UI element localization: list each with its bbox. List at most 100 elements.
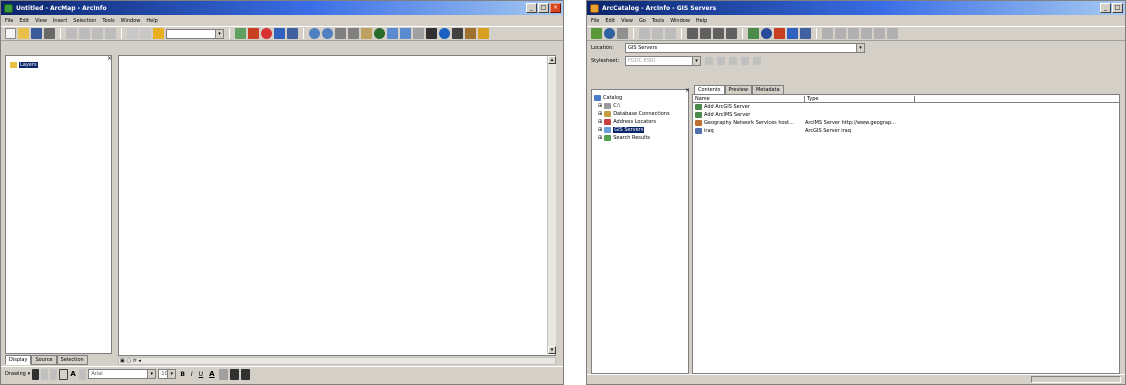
table-row[interactable]: Add ArcIMS Server <box>695 111 1119 119</box>
italic-button[interactable]: I <box>191 371 193 378</box>
whats-this-icon[interactable] <box>287 28 298 39</box>
menu-file[interactable]: File <box>5 18 13 24</box>
zoom-out-icon[interactable] <box>322 28 333 39</box>
select-elements-tool-icon[interactable] <box>32 368 40 380</box>
tree-item-database-connections[interactable]: ⊞ Database Connections <box>594 110 688 118</box>
scroll-down-icon[interactable]: ▾ <box>548 346 556 354</box>
map-scale-combo[interactable]: ▾ <box>166 28 224 39</box>
editor-icon[interactable] <box>235 28 246 39</box>
create-thumbnail-icon[interactable] <box>887 28 898 39</box>
menu-tools[interactable]: Tools <box>102 18 114 24</box>
toc-layers-item[interactable]: Layers <box>10 61 111 69</box>
view-buttons[interactable]: ▣ ▢ ⟳ ◂ <box>120 358 141 364</box>
menu-selection[interactable]: Selection <box>73 18 96 24</box>
table-row[interactable]: iraq ArcGIS Server iraq <box>695 127 1119 135</box>
full-extent-icon[interactable] <box>861 28 872 39</box>
menu-window[interactable]: Window <box>121 18 141 24</box>
marker-color-icon[interactable] <box>240 368 250 380</box>
font-size-combo[interactable]: 10 ▾ <box>158 369 177 379</box>
location-combo[interactable]: GIS Servers ▾ <box>625 42 865 53</box>
tab-display[interactable]: Display <box>5 355 32 365</box>
pan-icon[interactable] <box>848 28 859 39</box>
paste-icon[interactable] <box>92 28 103 39</box>
underline-button[interactable]: U <box>199 371 203 378</box>
connect-folder-icon[interactable] <box>604 28 615 39</box>
map-vertical-scrollbar[interactable]: ▴ ▾ <box>547 56 556 354</box>
table-row[interactable]: Geography Network Services host... ArcIM… <box>695 119 1119 127</box>
list-icon[interactable] <box>700 28 711 39</box>
select-features-icon[interactable] <box>413 28 424 39</box>
zoom-in-icon[interactable] <box>309 28 320 39</box>
whats-this-icon[interactable] <box>800 28 811 39</box>
up-one-level-icon[interactable] <box>591 28 602 39</box>
identify-icon[interactable] <box>439 28 450 39</box>
edit-vertices-icon[interactable] <box>79 368 87 380</box>
tree-close-icon[interactable]: × <box>685 87 690 94</box>
arccatalog-titlebar[interactable]: ArcCatalog - ArcInfo - GIS Servers _ □ <box>587 1 1125 15</box>
update-metadata-icon[interactable] <box>753 56 761 65</box>
command-line-icon[interactable] <box>787 28 798 39</box>
font-color-button[interactable]: A <box>209 370 214 378</box>
tree-item-address-locators[interactable]: ⊞ Address Locators <box>594 118 688 126</box>
open-icon[interactable] <box>18 28 29 39</box>
disconnect-folder-icon[interactable] <box>617 28 628 39</box>
menu-help[interactable]: Help <box>146 18 157 24</box>
menu-tools[interactable]: Tools <box>652 18 664 24</box>
find-icon[interactable] <box>452 28 463 39</box>
menu-view[interactable]: View <box>621 18 633 24</box>
new-icon[interactable] <box>5 28 16 39</box>
menu-view[interactable]: View <box>35 18 47 24</box>
zoom-out-icon[interactable] <box>835 28 846 39</box>
new-text-icon[interactable]: A <box>70 369 77 380</box>
menu-help[interactable]: Help <box>696 18 707 24</box>
menu-file[interactable]: File <box>591 18 599 24</box>
copy-icon[interactable] <box>79 28 90 39</box>
edit-metadata-icon[interactable] <box>705 56 713 65</box>
hyperlink-icon[interactable] <box>478 28 489 39</box>
menu-edit[interactable]: Edit <box>19 18 29 24</box>
tree-item-search-results[interactable]: ⊞ Search Results <box>594 134 688 142</box>
zoom-whole-page-icon[interactable] <box>50 368 58 380</box>
arcmap-titlebar[interactable]: Untitled - ArcMap - ArcInfo _ □ × <box>1 1 563 15</box>
minimize-button[interactable]: _ <box>526 3 537 13</box>
command-line-icon[interactable] <box>274 28 285 39</box>
menu-window[interactable]: Window <box>670 18 690 24</box>
large-icons-icon[interactable] <box>687 28 698 39</box>
zoom-in-icon[interactable] <box>822 28 833 39</box>
paste-icon[interactable] <box>652 28 663 39</box>
rotate-icon[interactable] <box>41 368 49 380</box>
stylesheet-combo[interactable]: FGDC ESRI ▾ <box>625 55 701 66</box>
copy-icon[interactable] <box>639 28 650 39</box>
measure-icon[interactable] <box>465 28 476 39</box>
maximize-button[interactable]: □ <box>1112 3 1123 13</box>
menu-go[interactable]: Go <box>639 18 646 24</box>
details-icon[interactable] <box>713 28 724 39</box>
undo-icon[interactable] <box>127 28 138 39</box>
back-icon[interactable] <box>387 28 398 39</box>
maximize-button[interactable]: □ <box>538 3 549 13</box>
tab-selection[interactable]: Selection <box>56 355 88 365</box>
forward-icon[interactable] <box>400 28 411 39</box>
pan-icon[interactable] <box>361 28 372 39</box>
fixed-zoom-out-icon[interactable] <box>348 28 359 39</box>
redo-icon[interactable] <box>140 28 151 39</box>
scroll-up-icon[interactable]: ▴ <box>548 56 556 64</box>
import-metadata-icon[interactable] <box>729 56 737 65</box>
minimize-button[interactable]: _ <box>1100 3 1111 13</box>
rectangle-icon[interactable] <box>59 368 69 380</box>
column-type[interactable]: Type <box>805 95 915 102</box>
column-name[interactable]: Name <box>695 95 805 102</box>
delete-icon[interactable] <box>105 28 116 39</box>
bold-button[interactable]: B <box>180 371 185 378</box>
full-extent-icon[interactable] <box>374 28 385 39</box>
metadata-properties-icon[interactable] <box>717 56 725 65</box>
add-data-icon[interactable] <box>153 28 164 39</box>
arctoolbox-icon[interactable] <box>774 28 785 39</box>
arcgis-icon[interactable] <box>261 28 272 39</box>
toc-close-icon[interactable]: × <box>107 55 112 62</box>
tab-source[interactable]: Source <box>31 355 57 365</box>
font-name-combo[interactable]: Arial ▾ <box>88 369 157 379</box>
select-elements-icon[interactable] <box>426 28 437 39</box>
map-horizontal-scrollbar[interactable]: ▣ ▢ ⟳ ◂ <box>118 357 556 365</box>
cut-icon[interactable] <box>66 28 77 39</box>
